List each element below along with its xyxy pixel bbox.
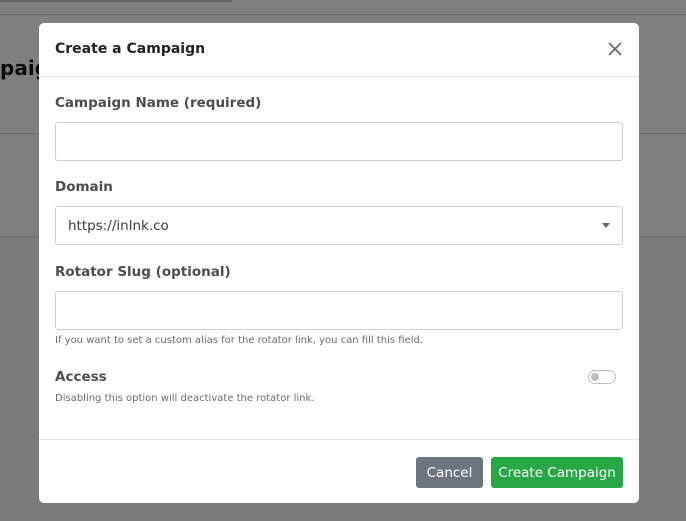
access-help: Disabling this option will deactivate th… (55, 393, 315, 404)
close-icon (608, 42, 622, 56)
rotator-slug-input[interactable] (55, 291, 623, 330)
domain-select-value: https://inlnk.co (68, 218, 169, 234)
access-toggle[interactable] (588, 370, 616, 384)
create-campaign-button[interactable]: Create Campaign (491, 457, 623, 488)
modal-footer: Cancel Create Campaign (39, 439, 639, 503)
campaign-name-input[interactable] (55, 122, 623, 161)
access-toggle-knob (591, 373, 599, 381)
access-label: Access (55, 369, 107, 385)
modal-title: Create a Campaign (55, 41, 206, 57)
rotator-slug-label: Rotator Slug (optional) (55, 264, 231, 280)
rotator-slug-help: If you want to set a custom alias for th… (55, 335, 423, 346)
domain-label: Domain (55, 179, 113, 195)
campaign-name-label: Campaign Name (required) (55, 95, 262, 111)
create-campaign-modal: Create a Campaign Campaign Name (require… (39, 23, 639, 503)
close-button[interactable] (605, 39, 625, 59)
chevron-down-icon (602, 223, 610, 228)
cancel-button[interactable]: Cancel (416, 457, 483, 488)
domain-select[interactable]: https://inlnk.co (55, 206, 623, 245)
modal-header: Create a Campaign (39, 23, 639, 77)
